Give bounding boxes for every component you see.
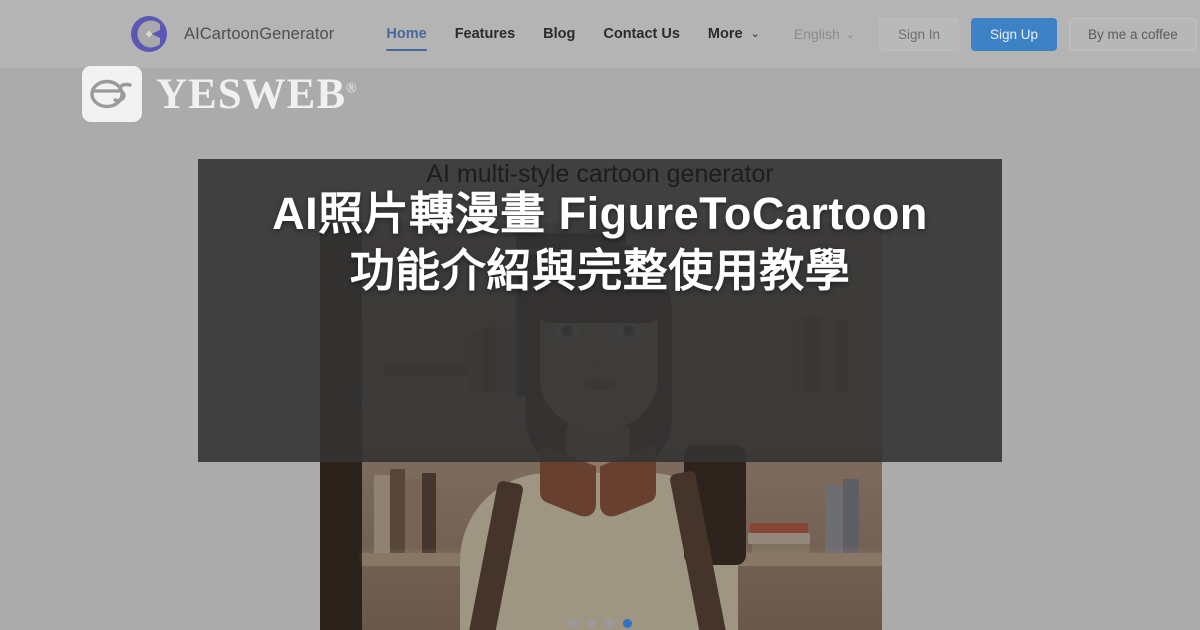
carousel-dot-1[interactable] xyxy=(568,619,578,628)
chevron-down-icon: ⌄ xyxy=(845,28,855,41)
sign-in-button[interactable]: Sign In xyxy=(878,17,959,51)
page-root: AICartoonGenerator Home Features Blog Co… xyxy=(0,0,1200,630)
carousel-dot-3[interactable] xyxy=(604,619,614,628)
hero-title-line-2: 功能介紹與完整使用教學 xyxy=(349,245,851,297)
carousel-dot-4[interactable] xyxy=(622,619,632,628)
language-selector[interactable]: English ⌄ xyxy=(794,26,855,42)
brand-logo-icon[interactable] xyxy=(128,13,170,55)
nav-link-home[interactable]: Home xyxy=(372,0,440,68)
chevron-down-icon: ⌄ xyxy=(750,28,760,40)
nav-link-features[interactable]: Features xyxy=(441,0,529,68)
nav-link-blog-label: Blog xyxy=(543,26,576,42)
nav-link-blog[interactable]: Blog xyxy=(529,0,589,68)
language-selector-label: English xyxy=(793,26,840,42)
hero-carousel: AI multi-style cartoon generator AI照片轉漫畫… xyxy=(0,68,1200,630)
buy-me-a-coffee-button[interactable]: By me a coffee xyxy=(1069,17,1197,51)
nav-link-more[interactable]: More ⌄ xyxy=(694,0,774,68)
nav-link-home-label: Home xyxy=(386,26,427,42)
brand-name[interactable]: AICartoonGenerator xyxy=(184,25,334,44)
nav-link-features-label: Features xyxy=(454,26,516,42)
top-navigation-bar: AICartoonGenerator Home Features Blog Co… xyxy=(0,0,1200,68)
hero-title: AI照片轉漫畫 FigureToCartoon 功能介紹與完整使用教學 xyxy=(0,185,1200,299)
nav-action-buttons: Sign In Sign Up By me a coffee xyxy=(878,17,1197,51)
carousel-dot-2[interactable] xyxy=(586,619,596,628)
nav-links: Home Features Blog Contact Us More ⌄ xyxy=(372,0,773,68)
nav-active-underline xyxy=(386,48,427,51)
nav-link-contact-us[interactable]: Contact Us xyxy=(589,0,694,68)
nav-link-contact-us-label: Contact Us xyxy=(603,26,680,42)
nav-link-more-label: More xyxy=(707,26,743,42)
sign-up-button[interactable]: Sign Up xyxy=(970,17,1058,51)
carousel-dots xyxy=(0,619,1200,628)
hero-title-line-1: AI照片轉漫畫 FigureToCartoon xyxy=(272,188,928,239)
